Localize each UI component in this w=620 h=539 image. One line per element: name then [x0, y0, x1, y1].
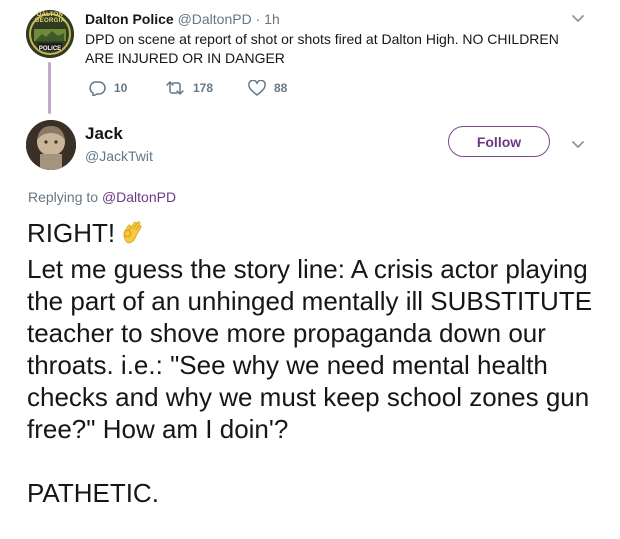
parent-timestamp[interactable]: 1h: [264, 11, 280, 27]
tweet-closing: PATHETIC.: [27, 478, 159, 508]
parent-display-name[interactable]: Dalton Police: [85, 11, 174, 27]
like-count: 88: [274, 81, 288, 95]
tweet-body: RIGHT! Let me guess the story line: A cr…: [27, 216, 607, 509]
retweet-count: 178: [193, 81, 214, 95]
header-separator: ·: [255, 11, 261, 27]
tweet-exclamation: RIGHT!: [27, 218, 116, 248]
parent-more-options-chevron-down-icon[interactable]: [570, 10, 586, 26]
retweet-icon: [166, 81, 184, 95]
retweet-action[interactable]: 178: [165, 80, 213, 96]
parent-tweet-text: DPD on scene at report of shot or shots …: [85, 31, 559, 66]
author-display-name[interactable]: Jack: [85, 124, 123, 144]
replying-to-mention[interactable]: @DaltonPD: [102, 189, 176, 205]
replying-to-label: Replying to: [28, 189, 99, 205]
jack-avatar[interactable]: [26, 120, 76, 170]
more-options-chevron-down-icon[interactable]: [570, 136, 586, 152]
reply-count: 10: [114, 81, 128, 95]
like-action[interactable]: 88: [248, 80, 287, 96]
tweet-line-1: RIGHT!: [27, 216, 607, 253]
reply-action[interactable]: 10: [88, 80, 127, 96]
profile-photo-icon: [26, 120, 76, 170]
ok-hand-icon: [119, 216, 149, 253]
avatar-badge-top-text: DALTON GEORGIA: [34, 12, 66, 24]
reply-icon: [89, 81, 106, 96]
parent-handle[interactable]: @DaltonPD: [178, 11, 252, 27]
replying-to-line: Replying to @DaltonPD: [28, 188, 176, 206]
parent-tweet-header: Dalton Police @DaltonPD · 1h: [85, 10, 280, 28]
author-handle[interactable]: @JackTwit: [85, 147, 153, 165]
avatar-badge-bottom-text: POLICE: [38, 46, 62, 52]
tweet-paragraph: Let me guess the story line: A crisis ac…: [27, 254, 593, 444]
thread-connector-line: [48, 62, 51, 114]
follow-button[interactable]: Follow: [448, 126, 550, 157]
heart-icon: [248, 80, 266, 96]
